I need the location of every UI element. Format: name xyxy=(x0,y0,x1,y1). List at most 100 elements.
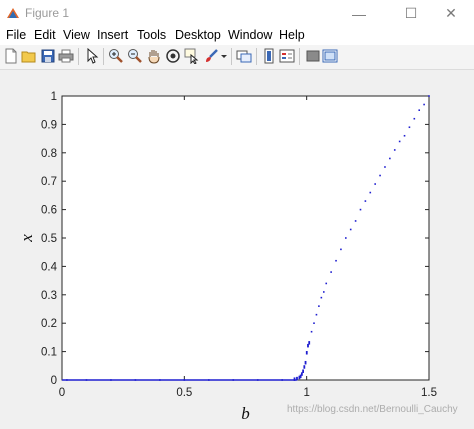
new-figure-icon[interactable] xyxy=(3,48,19,64)
y-tick-label: 1 xyxy=(51,91,57,103)
data-point xyxy=(349,228,352,231)
show-plot-tools-icon[interactable] xyxy=(322,48,338,64)
matlab-logo-icon xyxy=(7,8,19,18)
legend-icon[interactable] xyxy=(279,48,295,64)
data-point xyxy=(320,296,323,299)
data-point xyxy=(359,208,362,211)
watermark-text: https://blog.csdn.net/Bernoulli_Cauchy xyxy=(287,404,458,415)
data-point xyxy=(281,379,283,381)
data-point xyxy=(330,271,332,273)
data-point xyxy=(418,109,421,111)
data-point xyxy=(85,379,88,381)
y-tick-label: 0.6 xyxy=(41,205,57,217)
edit-plot-arrow-icon[interactable] xyxy=(84,48,100,64)
colorbar-icon[interactable] xyxy=(261,48,277,64)
axes-background xyxy=(61,95,430,381)
pan-hand-icon[interactable] xyxy=(146,48,162,64)
data-cursor-icon[interactable] xyxy=(184,48,200,64)
y-tick-label: 0.5 xyxy=(41,233,57,245)
data-point xyxy=(318,305,320,307)
zoom-out-icon[interactable] xyxy=(127,48,143,64)
data-point xyxy=(345,237,347,239)
toolbar-separator xyxy=(256,48,257,65)
data-point xyxy=(379,174,381,177)
toolbar-separator xyxy=(299,48,300,65)
toolbar-separator xyxy=(231,48,232,65)
data-point xyxy=(305,351,308,355)
brush-icon[interactable] xyxy=(203,48,219,64)
menu-tools[interactable]: Tools xyxy=(137,28,166,42)
data-point xyxy=(428,95,430,97)
menu-desktop[interactable]: Desktop xyxy=(175,28,221,42)
data-point xyxy=(354,220,357,222)
data-point xyxy=(110,379,112,381)
menu-view[interactable]: View xyxy=(63,28,90,42)
data-point xyxy=(304,360,307,365)
menu-window[interactable]: Window xyxy=(228,28,272,42)
figure-toolbar xyxy=(0,45,474,70)
data-point xyxy=(302,369,304,373)
data-point xyxy=(408,126,411,129)
open-file-icon[interactable] xyxy=(21,48,37,64)
y-tick-label: 0.2 xyxy=(41,318,57,330)
x-tick-label: 0 xyxy=(59,387,65,399)
data-point xyxy=(66,379,68,381)
data-point xyxy=(315,313,318,316)
plot-axes[interactable]: 0 0.5 1 1.500.10.20.30.40.50.60.70.80.91 b … xyxy=(0,70,474,424)
data-point xyxy=(374,183,376,185)
data-point xyxy=(369,191,372,194)
window-title: Figure 1 xyxy=(25,6,70,20)
link-plot-icon[interactable] xyxy=(236,48,252,64)
data-point xyxy=(310,330,313,333)
data-point xyxy=(208,379,210,381)
minimize-button[interactable]: — xyxy=(336,0,382,27)
data-point xyxy=(389,157,391,160)
x-tick-label: 1 xyxy=(303,387,309,399)
hide-plot-tools-icon[interactable] xyxy=(305,48,321,64)
close-button[interactable]: ✕ xyxy=(428,0,474,27)
menu-bar: File Edit View Insert Tools Desktop Wind… xyxy=(0,27,474,45)
data-point xyxy=(322,291,325,293)
data-point xyxy=(134,379,137,381)
data-point xyxy=(183,379,186,381)
data-point xyxy=(296,376,298,381)
data-point xyxy=(325,282,328,285)
menu-file[interactable]: File xyxy=(6,28,26,42)
menu-edit[interactable]: Edit xyxy=(34,28,56,42)
toolbar-separator xyxy=(78,48,79,65)
figure-canvas: 0 0.5 1 1.5 0 0.1 0.2 0.3 0.4 0.5 0.6 0.7 0.8 0.9 1 b … xyxy=(0,70,474,424)
data-point xyxy=(335,259,337,262)
data-point xyxy=(159,379,161,381)
data-point xyxy=(232,379,235,381)
data-point xyxy=(308,341,311,345)
y-tick-label: 0.1 xyxy=(41,347,57,359)
brush-dropdown-icon[interactable] xyxy=(219,48,229,64)
save-icon[interactable] xyxy=(40,48,56,64)
y-tick-label: 0.4 xyxy=(41,261,58,273)
menu-help[interactable]: Help xyxy=(279,28,305,42)
toolbar-separator xyxy=(103,48,104,65)
title-bar: Figure 1 — ☐ ✕ xyxy=(0,0,474,27)
x-tick-label: 0.5 xyxy=(176,387,192,399)
y-tick-label: 0.8 xyxy=(41,148,57,160)
y-axis-label: x xyxy=(17,234,36,243)
data-point xyxy=(423,103,425,106)
data-point xyxy=(303,365,306,369)
y-tick-label: 0 xyxy=(51,375,57,387)
zoom-in-icon[interactable] xyxy=(108,48,124,64)
x-tick-label: 1.5 xyxy=(421,387,437,399)
data-point xyxy=(364,200,367,202)
data-point xyxy=(313,322,315,324)
y-tick-label: 0.9 xyxy=(41,119,57,131)
menu-insert[interactable]: Insert xyxy=(97,28,128,42)
print-icon[interactable] xyxy=(58,48,74,64)
rotate-3d-icon[interactable] xyxy=(165,48,181,64)
data-point xyxy=(293,377,296,381)
x-axis-label: b xyxy=(241,404,250,423)
data-point xyxy=(398,140,401,143)
data-point xyxy=(403,134,406,137)
data-point xyxy=(256,379,259,381)
data-point xyxy=(413,117,416,120)
y-tick-label: 0.3 xyxy=(41,290,57,302)
data-point xyxy=(393,149,396,151)
